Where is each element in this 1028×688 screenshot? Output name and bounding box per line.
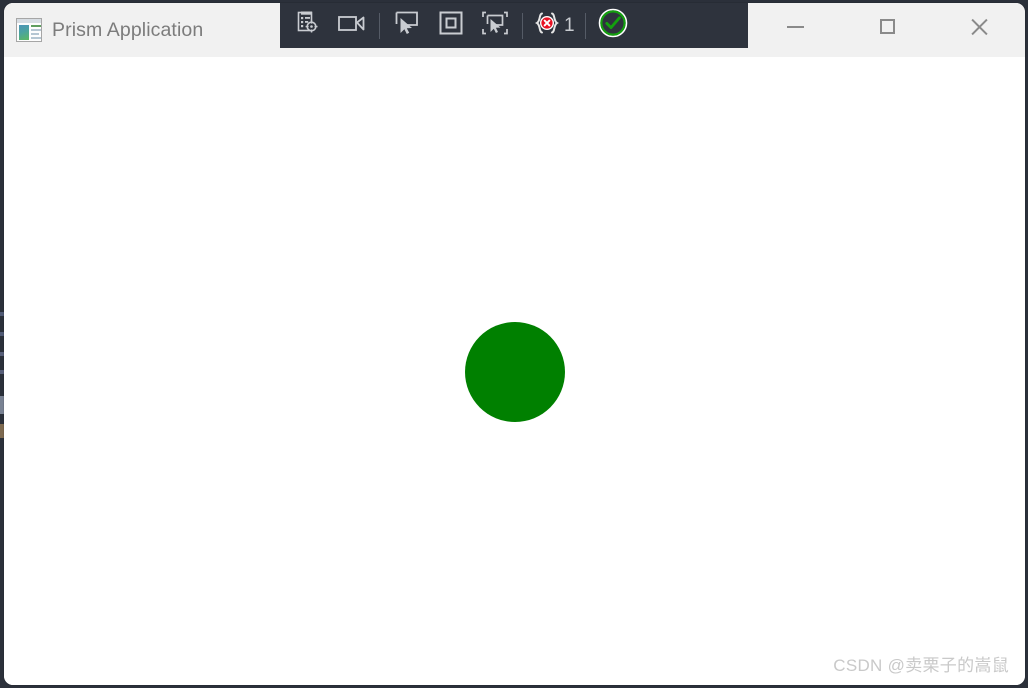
- client-area: CSDN @卖栗子的嵩鼠: [4, 57, 1025, 685]
- green-ellipse: [465, 322, 565, 422]
- toolbar-separator: [522, 12, 523, 39]
- screencast-camera-button[interactable]: [330, 7, 374, 45]
- close-icon: [969, 17, 989, 37]
- go-to-live-visual-tree-button[interactable]: [286, 7, 330, 45]
- track-focused-element-button[interactable]: [473, 7, 517, 45]
- track-focused-element-icon: [481, 10, 509, 41]
- window-controls: [749, 3, 1025, 50]
- desktop-background: Prism Application 1 CSDN @卖栗子的嵩鼠: [0, 0, 1028, 688]
- binding-error-icon: [533, 11, 561, 40]
- minimize-icon: [786, 25, 804, 28]
- title-bar[interactable]: Prism Application 1: [4, 3, 1025, 57]
- hot-reload-status-button[interactable]: [591, 7, 635, 45]
- title-bar-identity: Prism Application: [16, 3, 203, 57]
- minimize-button[interactable]: [749, 3, 841, 50]
- csdn-watermark: CSDN @卖栗子的嵩鼠: [833, 656, 1009, 675]
- screencast-camera-icon: [338, 12, 366, 39]
- xaml-binding-error-badge[interactable]: 1: [528, 7, 580, 45]
- select-element-cursor-icon: [394, 10, 420, 41]
- page-title: Prism Application: [52, 18, 204, 41]
- close-button[interactable]: [933, 3, 1025, 50]
- display-layout-adorners-button[interactable]: [429, 7, 473, 45]
- toolbar-separator: [584, 12, 586, 39]
- hot-reload-status-icon: [597, 7, 629, 44]
- toolbar-separator: [379, 12, 380, 39]
- go-to-live-visual-tree-icon: [295, 10, 321, 41]
- maximize-button[interactable]: [841, 3, 933, 50]
- visual-studio-inapp-toolbar[interactable]: 1: [280, 3, 748, 48]
- select-element-cursor-button[interactable]: [385, 7, 429, 45]
- maximize-icon: [879, 19, 895, 34]
- prism-app-icon: [16, 18, 42, 42]
- display-layout-adorners-icon: [438, 10, 464, 41]
- application-window: Prism Application 1 CSDN @卖栗子的嵩鼠: [4, 3, 1025, 685]
- binding-error-count: 1: [564, 15, 575, 36]
